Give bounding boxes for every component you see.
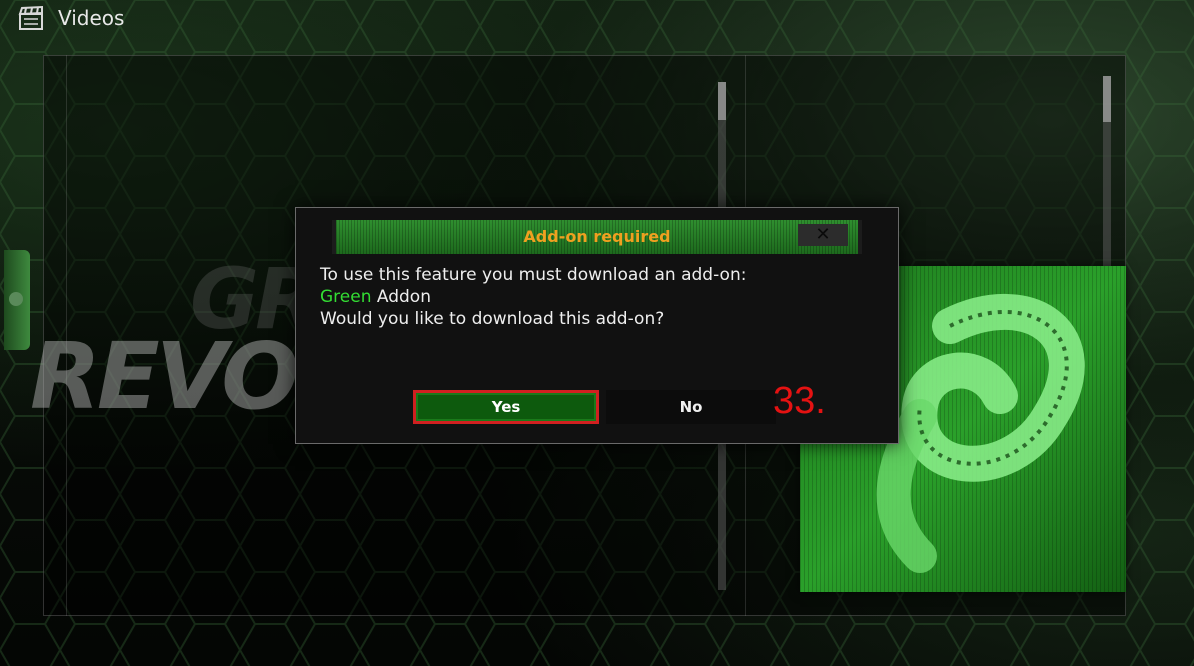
addon-name-rest: Addon: [371, 287, 431, 307]
info-scrollbar-thumb[interactable]: [1103, 76, 1111, 122]
message-line-1: To use this feature you must download an…: [320, 265, 747, 285]
step-number-annotation: 33.: [773, 380, 826, 422]
addon-name-highlight: Green: [320, 287, 372, 307]
yes-button[interactable]: Yes: [413, 390, 599, 424]
page-title: Videos: [58, 6, 125, 30]
message-line-3: Would you like to download this add-on?: [320, 309, 665, 329]
list-scrollbar-thumb[interactable]: [718, 82, 726, 120]
side-menu-arrow-icon: [9, 292, 23, 306]
side-menu-tab[interactable]: [4, 250, 30, 350]
message-addon-name: Green Addon: [320, 286, 746, 308]
clapperboard-icon: [18, 5, 43, 30]
header: Videos: [18, 4, 124, 32]
no-button[interactable]: No: [606, 390, 776, 424]
dialog-title: Add-on required: [523, 227, 671, 246]
background-brand-text: GR REVO: [30, 257, 320, 430]
close-button[interactable]: ✕: [798, 224, 848, 246]
dialog-titlebar: Add-on required ✕: [332, 220, 862, 254]
dialog-message: To use this feature you must download an…: [320, 264, 746, 330]
close-icon: ✕: [815, 224, 831, 245]
kodi-screen: Videos GR REVO Add-on required ✕ To use …: [0, 0, 1194, 666]
brand-line-2: REVO: [30, 323, 299, 430]
